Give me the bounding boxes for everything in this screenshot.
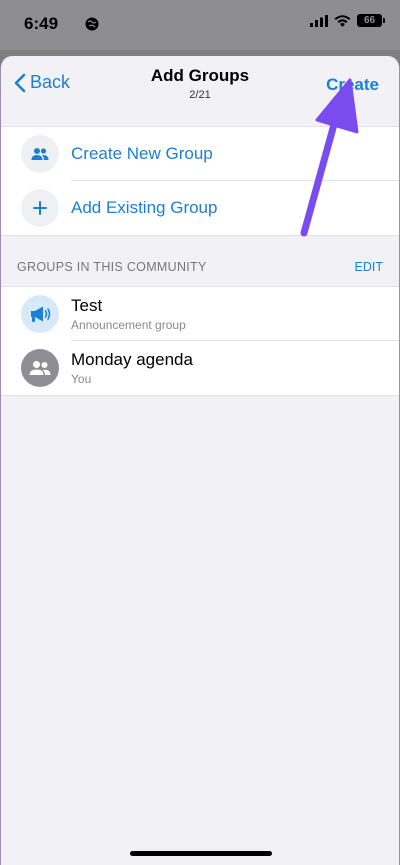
navigation-bar: Back Add Groups 2/21 Create bbox=[1, 56, 399, 126]
group-subtitle: Announcement group bbox=[71, 317, 186, 332]
group-row-test[interactable]: Test Announcement group bbox=[1, 287, 399, 341]
cellular-signal-icon bbox=[310, 14, 328, 27]
groups-list: Test Announcement group Monday agenda Yo… bbox=[1, 286, 399, 396]
edit-button[interactable]: EDIT bbox=[355, 260, 383, 274]
status-indicators: 66 bbox=[310, 14, 385, 27]
megaphone-icon bbox=[21, 295, 59, 333]
plus-icon bbox=[21, 189, 59, 227]
group-row-content: Monday agenda You bbox=[71, 341, 399, 395]
actions-list: Create New Group Add Existing Group bbox=[1, 126, 399, 236]
group-subtitle: You bbox=[71, 372, 92, 386]
wifi-icon bbox=[334, 14, 351, 27]
create-button[interactable]: Create bbox=[326, 75, 379, 95]
create-new-group-row[interactable]: Create New Group bbox=[1, 127, 399, 181]
add-existing-group-content: Add Existing Group bbox=[71, 181, 399, 235]
add-groups-sheet: Back Add Groups 2/21 Create Create New G… bbox=[0, 56, 400, 865]
home-indicator bbox=[130, 851, 272, 856]
group-row-content: Test Announcement group bbox=[71, 287, 399, 341]
group-name: Monday agenda bbox=[71, 350, 193, 369]
group-row-monday-agenda[interactable]: Monday agenda You bbox=[1, 341, 399, 395]
section-header: GROUPS IN THIS COMMUNITY EDIT bbox=[1, 236, 399, 286]
location-globe-icon bbox=[85, 17, 99, 31]
status-time: 6:49 bbox=[24, 14, 59, 33]
battery-icon: 66 bbox=[357, 14, 385, 27]
status-bar: 6:49 66 bbox=[0, 0, 400, 50]
section-title: GROUPS IN THIS COMMUNITY bbox=[17, 260, 207, 274]
add-existing-group-label: Add Existing Group bbox=[71, 198, 218, 217]
group-avatar-icon bbox=[21, 349, 59, 387]
add-existing-group-row[interactable]: Add Existing Group bbox=[1, 181, 399, 235]
group-name: Test bbox=[71, 295, 103, 315]
people-icon bbox=[21, 135, 59, 173]
create-new-group-label: Create New Group bbox=[71, 143, 213, 163]
create-new-group-content: Create New Group bbox=[71, 127, 399, 181]
